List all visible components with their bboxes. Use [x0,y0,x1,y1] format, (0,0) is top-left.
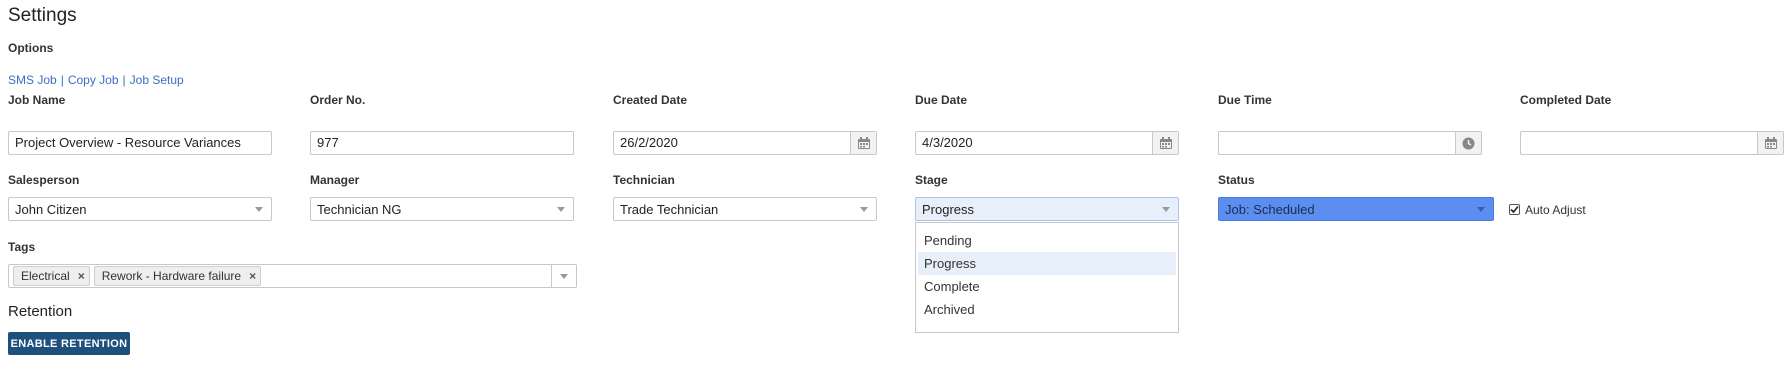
retention-title: Retention [8,303,73,320]
due-date-value: 4/3/2020 [922,135,973,150]
options-label: Options [8,41,54,55]
due-time-value [1219,132,1455,154]
calendar-icon[interactable] [850,132,876,154]
auto-adjust-label[interactable]: Auto Adjust [1525,203,1586,217]
enable-retention-button[interactable]: ENABLE RETENTION [8,332,130,355]
job-name-label: Job Name [8,93,66,107]
salesperson-select[interactable]: John Citizen [8,197,272,221]
manager-label: Manager [310,173,360,187]
clock-icon[interactable] [1455,132,1481,154]
manager-value: Technician NG [317,201,402,217]
chevron-down-icon[interactable] [247,206,271,212]
due-date-label: Due Date [915,93,968,107]
technician-select[interactable]: Trade Technician [613,197,877,221]
due-time-input[interactable] [1218,131,1482,155]
due-date-input[interactable]: 4/3/2020 [915,131,1179,155]
tag-label: Rework - Hardware failure [101,269,242,283]
stage-value: Progress [922,201,975,217]
chevron-down-icon[interactable] [1154,206,1178,212]
link-separator: | [122,73,126,87]
stage-dropdown: Pending Progress Complete Archived [915,222,1179,333]
calendar-icon[interactable] [1757,132,1783,154]
check-icon [1510,205,1519,214]
created-date-value: 26/2/2020 [620,135,678,150]
technician-label: Technician [613,173,675,187]
chevron-down-icon[interactable] [1469,206,1493,212]
tags-input[interactable]: Electrical × Rework - Hardware failure × [8,264,577,288]
chevron-down-icon[interactable] [852,206,876,212]
stage-label: Stage [915,173,948,187]
order-no-input[interactable]: 977 [310,131,574,155]
page-title: Settings [8,5,77,26]
tag-chip: Rework - Hardware failure × [93,266,262,286]
due-time-label: Due Time [1218,93,1272,107]
status-value: Job: Scheduled [1225,201,1315,217]
stage-option-pending[interactable]: Pending [918,229,1176,252]
remove-tag-icon[interactable]: × [78,267,85,285]
created-date-input[interactable]: 26/2/2020 [613,131,877,155]
job-name-input[interactable]: Project Overview - Resource Variances [8,131,272,155]
tags-label: Tags [8,240,36,254]
calendar-icon[interactable] [1152,132,1178,154]
completed-date-label: Completed Date [1520,93,1612,107]
completed-date-value [1521,132,1757,154]
technician-value: Trade Technician [620,201,719,217]
tag-chip: Electrical × [13,266,90,286]
sms-job-link[interactable]: SMS Job [8,73,57,87]
link-separator: | [60,73,64,87]
auto-adjust-checkbox[interactable] [1509,204,1520,215]
created-date-label: Created Date [613,93,688,107]
stage-option-archived[interactable]: Archived [918,298,1176,321]
tag-label: Electrical [21,269,70,283]
remove-tag-icon[interactable]: × [249,267,256,285]
salesperson-label: Salesperson [8,173,80,187]
stage-option-progress[interactable]: Progress [918,252,1176,275]
stage-select[interactable]: Progress [915,197,1179,221]
stage-option-complete[interactable]: Complete [918,275,1176,298]
status-select[interactable]: Job: Scheduled [1218,197,1494,221]
completed-date-input[interactable] [1520,131,1784,155]
copy-job-link[interactable]: Copy Job [68,73,119,87]
status-label: Status [1218,173,1255,187]
chevron-down-icon[interactable] [551,265,576,287]
manager-select[interactable]: Technician NG [310,197,574,221]
options-links: SMS Job | Copy Job | Job Setup [8,73,184,87]
chevron-down-icon[interactable] [549,206,573,212]
salesperson-value: John Citizen [15,201,87,217]
job-setup-link[interactable]: Job Setup [130,73,184,87]
order-no-label: Order No. [310,93,366,107]
